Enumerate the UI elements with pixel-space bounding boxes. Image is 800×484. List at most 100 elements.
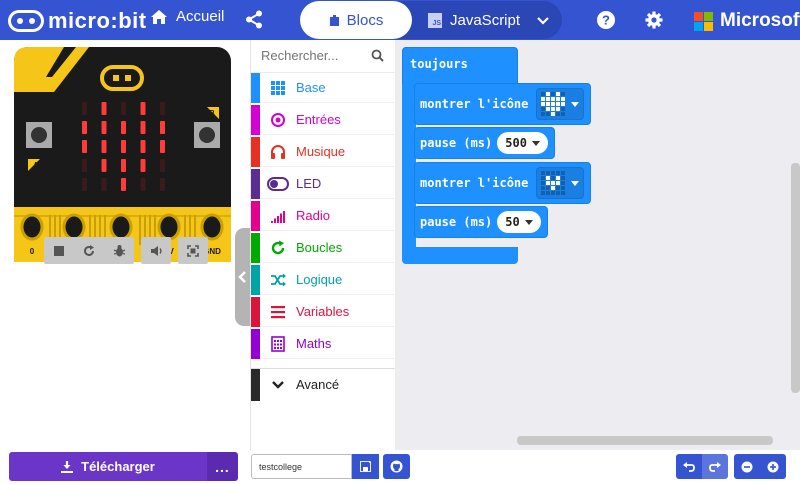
led-0-0	[82, 102, 87, 115]
icon-pixel	[551, 92, 556, 96]
save-button[interactable]	[352, 454, 379, 479]
show-icon-block[interactable]: montrer l'icône	[414, 162, 592, 204]
redo-button[interactable]	[702, 454, 728, 479]
home-button[interactable]: Accueil	[150, 8, 224, 25]
category-variables[interactable]: Variables	[251, 296, 396, 327]
settings-button[interactable]	[645, 11, 663, 34]
category-color-bar	[251, 72, 260, 103]
pin-3v-hole[interactable]	[157, 213, 181, 241]
toolbox-advanced[interactable]: Avancé	[251, 368, 396, 401]
download-label: Télécharger	[81, 459, 155, 474]
category-boucles[interactable]: Boucles	[251, 232, 396, 263]
ms-square-yellow	[704, 21, 713, 31]
tab-blocks[interactable]: Blocs	[300, 1, 412, 39]
category-color-bar	[251, 136, 260, 167]
led-3-3	[140, 159, 146, 172]
github-button[interactable]	[383, 454, 410, 479]
pause-block[interactable]: pause (ms) 500	[414, 127, 555, 159]
category-musique[interactable]: Musique	[251, 136, 396, 167]
icon-pixel	[556, 112, 561, 116]
pin-label: 0	[30, 247, 35, 256]
led-3-4	[160, 159, 165, 172]
led-2-3	[140, 140, 146, 153]
fullscreen-button[interactable]	[178, 237, 208, 264]
zoom-out-button[interactable]	[734, 454, 760, 479]
search-icon[interactable]	[371, 49, 384, 62]
category-label: Boucles	[296, 240, 343, 255]
microsoft-logo[interactable]: Microsoft	[694, 10, 800, 32]
category-color-bar	[251, 232, 260, 263]
category-color-bar	[251, 104, 260, 135]
category-led[interactable]: LED	[251, 168, 396, 199]
category-label: Musique	[296, 144, 346, 159]
icon-pixel	[541, 181, 546, 185]
tab-blocks-label: Blocs	[346, 11, 384, 29]
category-radio[interactable]: Radio	[251, 200, 396, 231]
show-icon-block[interactable]: montrer l'icône	[414, 83, 592, 125]
icon-preview	[541, 92, 566, 116]
icon-pixel	[541, 92, 546, 96]
icon-pixel	[556, 171, 561, 175]
icon-pixel	[551, 191, 556, 195]
help-button[interactable]: ?	[597, 11, 615, 34]
search-input[interactable]	[261, 48, 361, 63]
undo-button[interactable]	[676, 454, 702, 479]
tab-javascript[interactable]: JS JavaScript	[428, 1, 520, 39]
pin-2-hole[interactable]	[109, 213, 133, 241]
led-2-2	[121, 140, 126, 153]
category-base[interactable]: Base	[251, 72, 396, 103]
chevron-down-icon[interactable]	[536, 13, 550, 32]
shuffle-icon	[260, 272, 296, 288]
led-3-1	[101, 159, 107, 172]
pin-gnd-hole[interactable]	[200, 213, 224, 241]
lines-icon	[260, 304, 296, 320]
icon-pixel	[551, 186, 556, 190]
dropdown-arrow-icon	[524, 219, 533, 225]
project-name-input[interactable]	[251, 454, 352, 479]
advanced-label: Avancé	[296, 377, 340, 392]
icon-pixel	[561, 92, 566, 96]
pin-1-hole[interactable]	[62, 213, 86, 241]
icon-pixel	[556, 181, 561, 185]
pause-value-input[interactable]: 500	[497, 132, 548, 154]
microbit-board[interactable]: A B 0123VGND	[14, 47, 231, 262]
horizontal-scrollbar[interactable]	[517, 436, 773, 445]
zoom-in-button[interactable]	[760, 454, 786, 479]
vertical-scrollbar[interactable]	[791, 163, 800, 393]
debug-button[interactable]	[104, 237, 134, 264]
microbit-logo[interactable]: micro:bit	[8, 8, 147, 34]
chevron-down-icon	[260, 380, 296, 390]
simulator-run-group	[44, 237, 134, 264]
collapse-simulator-handle[interactable]	[235, 228, 250, 326]
category-label: LED	[296, 176, 322, 191]
restart-button[interactable]	[74, 237, 104, 264]
simulator-panel: A B 0123VGND	[0, 40, 250, 450]
share-button[interactable]	[245, 10, 263, 34]
calculator-icon	[260, 335, 296, 352]
icon-pixel	[541, 102, 546, 106]
zoom-out-icon	[741, 461, 753, 472]
blocks-workspace[interactable]: toujours montrer l'icône pause (ms) 500 mon…	[395, 40, 800, 450]
pin-0-hole[interactable]	[20, 213, 44, 241]
pause-block[interactable]: pause (ms) 50	[414, 206, 548, 238]
download-button[interactable]: Télécharger	[9, 452, 207, 481]
led-4-3	[140, 178, 146, 191]
icon-pixel	[561, 112, 566, 116]
sound-button[interactable]	[141, 237, 171, 264]
category-color-bar	[251, 328, 260, 359]
category-entrées[interactable]: Entrées	[251, 104, 396, 135]
pause-value-input[interactable]: 50	[497, 211, 541, 233]
stop-button[interactable]	[44, 237, 74, 264]
category-color-bar	[251, 296, 260, 327]
icon-dropdown[interactable]	[536, 88, 585, 120]
icon-pixel	[561, 171, 566, 175]
icon-pixel	[556, 102, 561, 106]
icon-pixel	[546, 191, 551, 195]
signal-icon	[260, 208, 296, 224]
category-maths[interactable]: Maths	[251, 328, 396, 359]
icon-pixel	[556, 92, 561, 96]
category-logique[interactable]: Logique	[251, 264, 396, 295]
icon-dropdown[interactable]	[536, 167, 585, 199]
more-options-button[interactable]: ...	[207, 452, 238, 481]
block-label: montrer l'icône	[420, 176, 529, 190]
